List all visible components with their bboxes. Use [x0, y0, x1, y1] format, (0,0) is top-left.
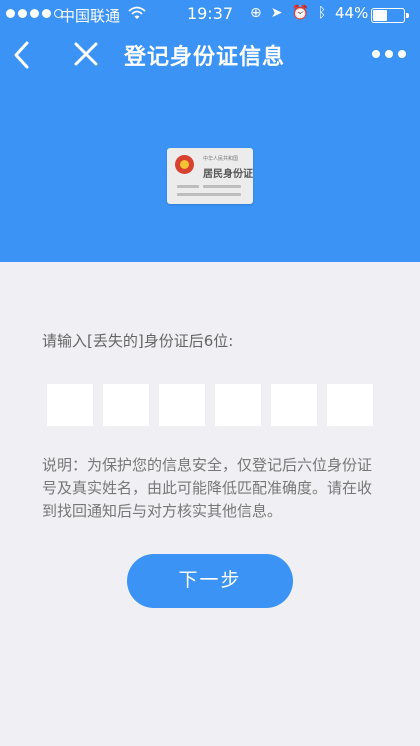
- id-digit-input-3[interactable]: [159, 384, 205, 426]
- back-arrow-icon[interactable]: [10, 38, 34, 72]
- id-digit-input-5[interactable]: [271, 384, 317, 426]
- national-emblem-icon: [175, 155, 194, 174]
- bluetooth-icon: ᛒ: [317, 5, 327, 21]
- description-text: 说明：为保护您的信息安全，仅登记后六位身份证号及真实姓名，由此可能降低匹配准确度…: [42, 456, 373, 520]
- page-title: 登记身份证信息: [124, 45, 286, 70]
- id-card-line: [177, 193, 241, 196]
- id-card-line: [177, 185, 199, 188]
- location-icon: ➤: [270, 5, 283, 21]
- id-digit-input-1[interactable]: [47, 384, 93, 426]
- id-digit-input-6[interactable]: [327, 384, 373, 426]
- header-banner: 中国联通 19:37 ⊕ ➤ ⏰ ᛒ 44% 登记身份证信息 中华人民共和国 居…: [0, 0, 420, 262]
- id-digit-input-4[interactable]: [215, 384, 261, 426]
- id-card-country: 中华人民共和国: [203, 156, 239, 162]
- id-digit-input-2[interactable]: [103, 384, 149, 426]
- status-bar: 中国联通 19:37 ⊕ ➤ ⏰ ᛒ 44%: [0, 0, 420, 28]
- battery-percentage: 44%: [335, 4, 369, 22]
- alarm-icon: ⏰: [291, 5, 309, 21]
- close-icon[interactable]: [72, 40, 100, 68]
- orientation-lock-icon: ⊕: [250, 5, 262, 21]
- id-input-prompt: 请输入[丢失的]身份证后6位:: [42, 332, 234, 350]
- id-card-title: 居民身份证: [203, 169, 253, 180]
- id-card-line: [203, 185, 241, 188]
- more-options-icon[interactable]: [372, 50, 406, 58]
- battery-icon: [371, 8, 409, 23]
- id-card-illustration: 中华人民共和国 居民身份证: [167, 148, 253, 204]
- next-step-button[interactable]: 下一步: [127, 554, 293, 608]
